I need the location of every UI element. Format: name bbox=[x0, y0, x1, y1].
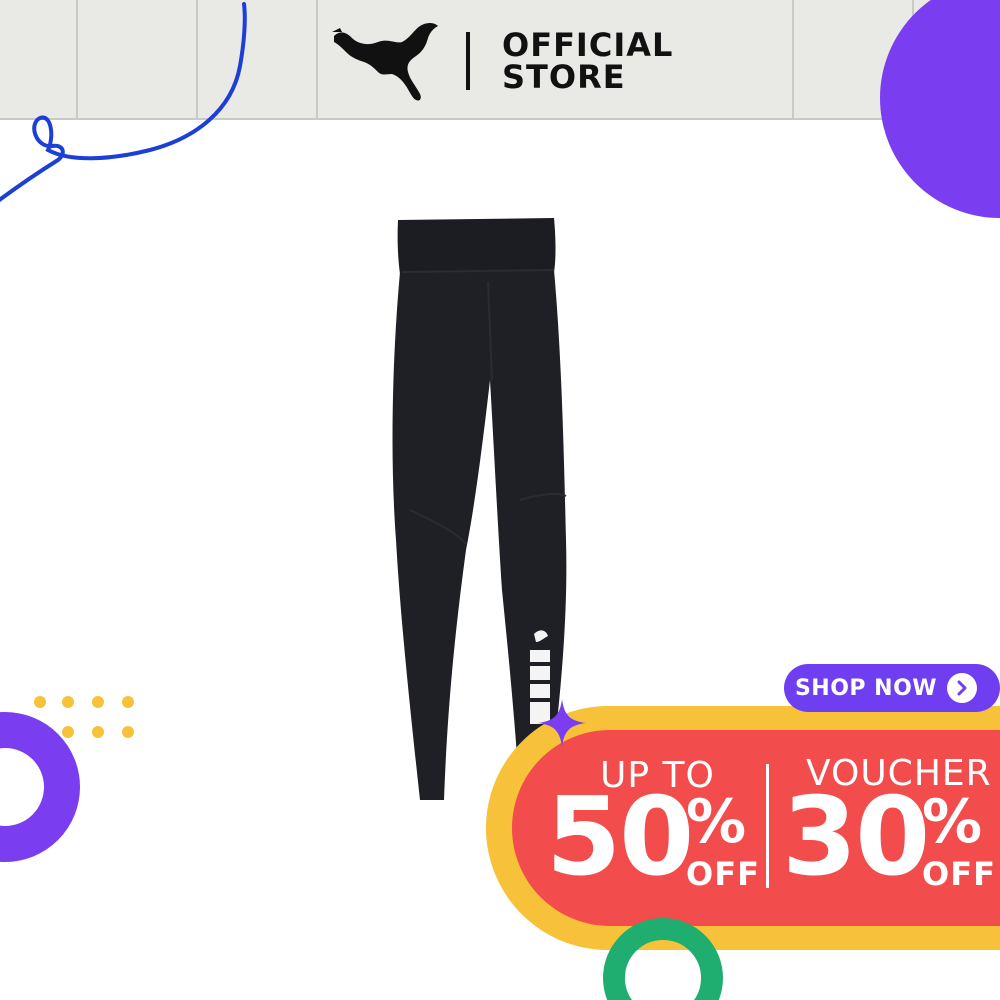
blue-squiggle-decoration bbox=[0, 2, 247, 203]
discount-off-label: OFF bbox=[686, 855, 760, 893]
purple-circle-decoration bbox=[880, 0, 1000, 218]
brand-divider bbox=[466, 32, 470, 90]
promo-divider bbox=[766, 764, 769, 888]
voucher-value: 30 bbox=[782, 775, 930, 900]
voucher-percent-sign: % bbox=[922, 787, 983, 857]
discount-value: 50 bbox=[546, 775, 694, 900]
shop-now-label: SHOP NOW bbox=[794, 675, 938, 701]
sparkle-icon bbox=[538, 699, 586, 747]
shop-now-button[interactable]: SHOP NOW bbox=[784, 664, 1000, 712]
header-grid-cell bbox=[674, 0, 794, 118]
chevron-right-icon bbox=[947, 673, 978, 703]
puma-cat-icon bbox=[332, 23, 438, 101]
store-line-1: OFFICIAL bbox=[502, 26, 674, 64]
store-line-2: STORE bbox=[502, 58, 626, 96]
discount-percent-sign: % bbox=[686, 787, 747, 857]
voucher-off-label: OFF bbox=[922, 855, 996, 893]
product-banner: OFFICIAL STORE SHOP NOW UP TO 50 % OFF V… bbox=[0, 0, 1000, 1000]
brand-lockup[interactable]: OFFICIAL STORE bbox=[330, 18, 673, 104]
official-store-label: OFFICIAL STORE bbox=[502, 29, 673, 93]
